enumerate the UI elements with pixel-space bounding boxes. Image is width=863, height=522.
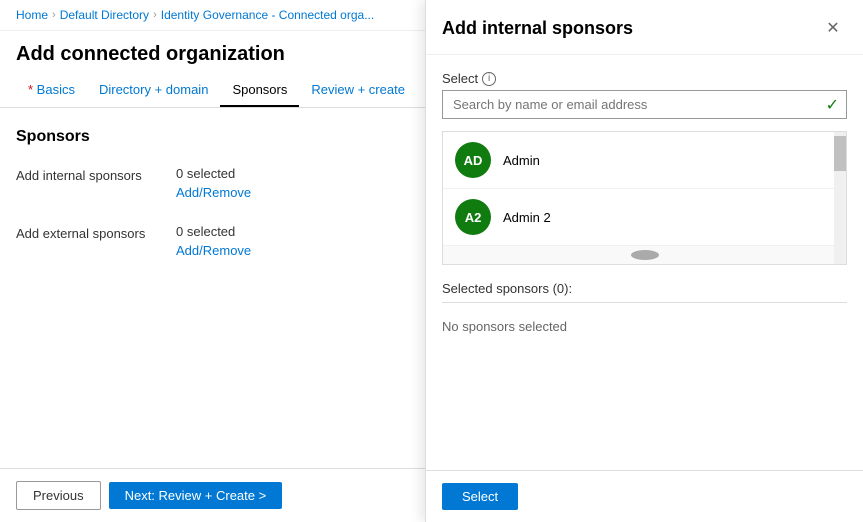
select-label-text: Select	[442, 71, 478, 86]
tab-sponsors[interactable]: Sponsors	[220, 74, 299, 107]
breadcrumb-home[interactable]: Home	[16, 8, 48, 22]
main-page: Home › Default Directory › Identity Gove…	[0, 0, 425, 522]
avatar-admin2: A2	[455, 199, 491, 235]
footer: Previous Next: Review + Create >	[0, 468, 425, 522]
user-item-admin[interactable]: AD Admin	[443, 132, 846, 189]
external-sponsors-info: 0 selected Add/Remove	[176, 224, 251, 258]
scrollbar-thumb	[834, 136, 846, 171]
more-indicator	[443, 246, 846, 264]
breadcrumb-directory[interactable]: Default Directory	[60, 8, 149, 22]
user-item-admin2[interactable]: A2 Admin 2	[443, 189, 846, 246]
tab-directory-domain[interactable]: Directory + domain	[87, 74, 220, 107]
previous-button[interactable]: Previous	[16, 481, 101, 510]
breadcrumb-page[interactable]: Identity Governance - Connected orga...	[161, 8, 374, 22]
internal-sponsors-label: Add internal sponsors	[16, 166, 176, 183]
select-button[interactable]: Select	[442, 483, 518, 510]
no-sponsors-text: No sponsors selected	[442, 311, 847, 342]
panel-header: Add internal sponsors ✕	[426, 0, 863, 55]
internal-sponsors-count: 0 selected	[176, 166, 251, 181]
tab-basics[interactable]: Basics	[16, 74, 87, 107]
page-title: Add connected organization	[0, 31, 425, 74]
selected-sponsors-title: Selected sponsors (0):	[442, 281, 847, 303]
breadcrumb: Home › Default Directory › Identity Gove…	[0, 0, 425, 31]
search-checkmark-icon: ✓	[826, 95, 839, 115]
page-content: Sponsors Add internal sponsors 0 selecte…	[0, 108, 425, 468]
select-label-row: Select i	[442, 71, 847, 86]
next-button[interactable]: Next: Review + Create >	[109, 482, 283, 509]
add-internal-sponsors-panel: Add internal sponsors ✕ Select i ✓ AD Ad…	[425, 0, 863, 522]
avatar-admin: AD	[455, 142, 491, 178]
user-name-admin2: Admin 2	[503, 210, 551, 225]
external-sponsors-count: 0 selected	[176, 224, 251, 239]
select-section: Select i ✓	[442, 71, 847, 119]
search-input[interactable]	[442, 90, 847, 119]
internal-sponsors-link[interactable]: Add/Remove	[176, 185, 251, 200]
info-icon[interactable]: i	[482, 72, 496, 86]
external-sponsors-row: Add external sponsors 0 selected Add/Rem…	[16, 224, 409, 258]
breadcrumb-sep2: ›	[153, 9, 157, 21]
external-sponsors-link[interactable]: Add/Remove	[176, 243, 251, 258]
user-name-admin: Admin	[503, 153, 540, 168]
internal-sponsors-info: 0 selected Add/Remove	[176, 166, 251, 200]
selected-section: Selected sponsors (0): No sponsors selec…	[442, 281, 847, 342]
breadcrumb-sep1: ›	[52, 9, 56, 21]
close-button[interactable]: ✕	[819, 14, 847, 42]
user-list: AD Admin A2 Admin 2	[442, 131, 847, 265]
panel-body: Select i ✓ AD Admin A2 Admin 2	[426, 55, 863, 470]
search-box-wrap: ✓	[442, 90, 847, 119]
section-title: Sponsors	[16, 128, 409, 146]
internal-sponsors-row: Add internal sponsors 0 selected Add/Rem…	[16, 166, 409, 200]
scrollbar-track[interactable]	[834, 132, 846, 264]
tab-review-create[interactable]: Review + create	[299, 74, 417, 107]
external-sponsors-label: Add external sponsors	[16, 224, 176, 241]
panel-title: Add internal sponsors	[442, 18, 633, 39]
panel-footer: Select	[426, 470, 863, 522]
tab-bar: Basics Directory + domain Sponsors Revie…	[0, 74, 425, 108]
